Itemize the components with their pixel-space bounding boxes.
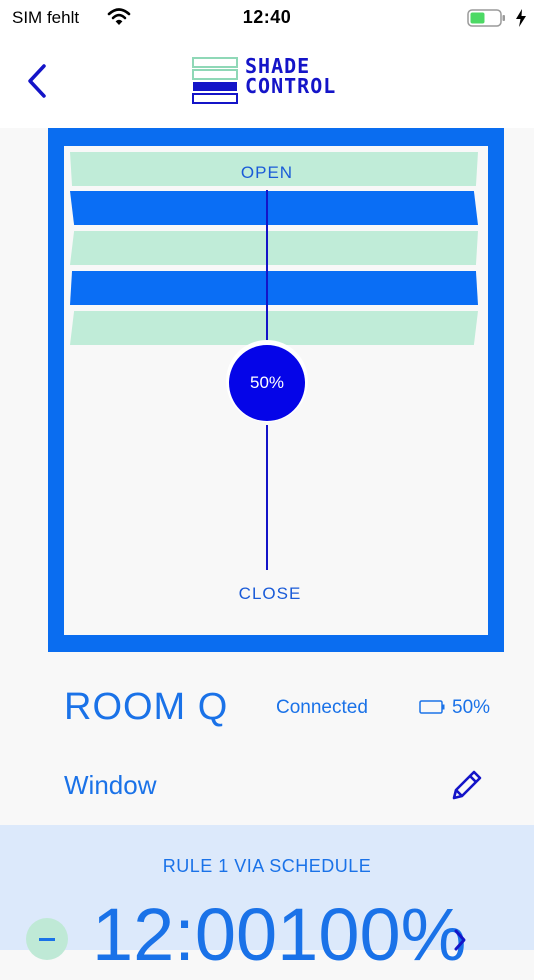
pencil-icon[interactable]: [448, 766, 486, 804]
remove-rule-button[interactable]: [26, 918, 68, 960]
rule-title: RULE 1 VIA SCHEDULE: [162, 856, 372, 876]
window-label: Window: [64, 770, 157, 800]
slider-track-lower[interactable]: [266, 425, 268, 570]
connection-status: Connected: [276, 697, 368, 718]
device-battery-icon: [419, 700, 445, 714]
shade-slat: [70, 191, 478, 225]
room-name: ROOM Q: [64, 686, 229, 728]
slider-track-upper[interactable]: [266, 190, 268, 348]
charging-bolt-icon: [516, 9, 526, 27]
back-button[interactable]: [24, 62, 50, 100]
device-battery-level: 50%: [452, 697, 491, 718]
position-slider-knob[interactable]: 50%: [229, 345, 305, 421]
status-time: 12:40: [242, 7, 292, 27]
close-label: CLOSE: [238, 584, 302, 603]
position-value: 50%: [249, 373, 285, 392]
logo-wordmark: SHADE CONTROL: [245, 56, 355, 96]
logo-line-1: SHADE: [245, 54, 311, 78]
rule-time-value: 12:00100%: [92, 893, 467, 976]
shade-slat: [70, 231, 478, 265]
logo-line-2: CONTROL: [245, 74, 337, 98]
chevron-right-icon[interactable]: [452, 928, 468, 952]
open-label: OPEN: [240, 163, 294, 182]
shade-logo-icon: [192, 57, 238, 104]
minus-icon: [39, 937, 55, 941]
shade-slat: [70, 271, 478, 305]
battery-icon: [467, 9, 505, 27]
